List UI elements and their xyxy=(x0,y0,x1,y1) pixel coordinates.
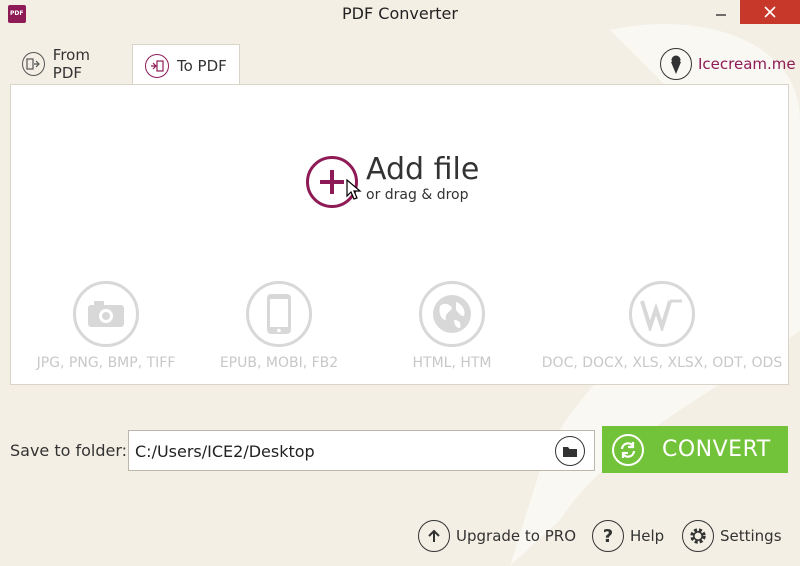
camera-icon xyxy=(73,281,139,347)
minimize-icon xyxy=(716,14,726,16)
help-label: Help xyxy=(630,527,665,545)
format-label: JPG, PNG, BMP, TIFF xyxy=(36,355,176,371)
tab-label: From PDF xyxy=(52,46,90,82)
word-icon xyxy=(629,281,695,347)
window-title: PDF Converter xyxy=(342,4,458,23)
convert-label: CONVERT xyxy=(662,437,771,462)
folder-icon xyxy=(563,447,577,457)
tablet-icon xyxy=(246,281,312,347)
close-button[interactable] xyxy=(740,0,800,24)
refresh-icon xyxy=(612,433,644,466)
upgrade-label: Upgrade to PRO xyxy=(456,527,576,545)
add-file-title: Add file xyxy=(366,152,480,187)
help-link[interactable]: ? Help xyxy=(592,519,664,553)
tab-to-pdf[interactable]: To PDF xyxy=(132,44,240,86)
question-icon: ? xyxy=(592,520,624,552)
format-images: JPG, PNG, BMP, TIFF xyxy=(31,281,181,371)
output-path-input[interactable] xyxy=(135,439,545,463)
settings-label: Settings xyxy=(720,527,782,545)
add-file-subtitle: or drag & drop xyxy=(366,187,469,203)
close-icon xyxy=(764,6,776,18)
tab-label: To PDF xyxy=(177,56,227,75)
tab-from-pdf[interactable]: From PDF xyxy=(10,44,132,84)
format-documents: DOC, DOCX, XLS, XLSX, ODT, ODS xyxy=(539,281,785,371)
globe-icon xyxy=(419,281,485,347)
format-web: HTML, HTM xyxy=(402,281,502,371)
output-path-field[interactable] xyxy=(128,430,595,471)
format-label: HTML, HTM xyxy=(412,355,492,371)
from-pdf-icon xyxy=(22,52,45,76)
convert-button[interactable]: CONVERT xyxy=(602,426,788,473)
format-label: DOC, DOCX, XLS, XLSX, ODT, ODS xyxy=(541,355,783,371)
drop-zone[interactable]: Add file or drag & drop JPG, PNG, BMP, T… xyxy=(10,84,789,385)
icecream-link[interactable]: Icecream.me xyxy=(660,46,796,82)
upgrade-to-pro-link[interactable]: Upgrade to PRO xyxy=(418,519,576,553)
icecream-icon xyxy=(660,48,692,80)
title-bar: PDF PDF Converter xyxy=(0,0,800,30)
to-pdf-icon xyxy=(145,53,169,78)
gear-icon xyxy=(682,520,714,552)
save-to-folder-label: Save to folder: xyxy=(10,441,128,460)
format-label: EPUB, MOBI, FB2 xyxy=(219,355,339,371)
settings-link[interactable]: Settings xyxy=(682,519,782,553)
format-ebooks: EPUB, MOBI, FB2 xyxy=(214,281,344,371)
mouse-cursor-icon xyxy=(346,179,362,200)
brand-label: Icecream.me xyxy=(698,55,796,73)
add-file-text[interactable]: Add file or drag & drop xyxy=(366,151,479,203)
minimize-button[interactable] xyxy=(705,0,737,24)
arrow-up-icon xyxy=(418,520,450,552)
browse-folder-button[interactable] xyxy=(555,436,585,466)
